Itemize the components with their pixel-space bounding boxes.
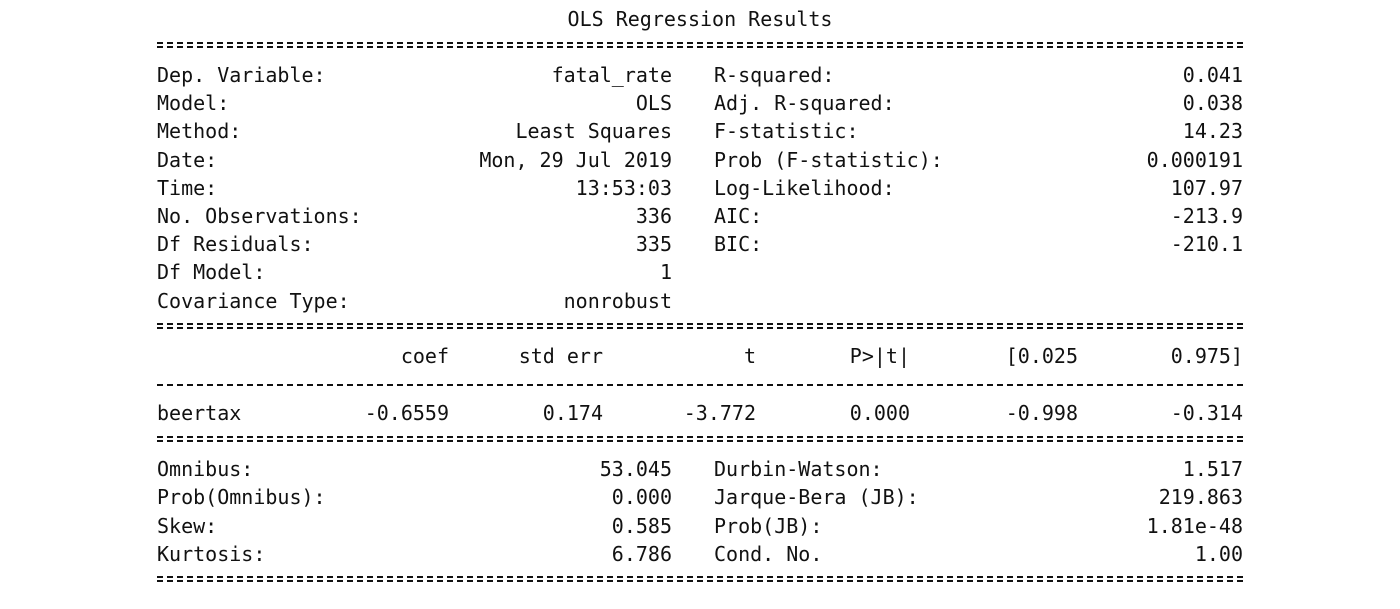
summary-label: Df Model: — [157, 260, 266, 285]
diagnostic-label: Kurtosis: — [157, 541, 266, 566]
diagnostic-label: Skew: — [157, 513, 218, 538]
summary-label: Method: — [157, 119, 242, 144]
summary-label: Time: — [157, 175, 218, 200]
summary-stat-label: R-squared: — [714, 63, 835, 87]
diagnostic-stat-label: Cond. No. — [714, 541, 823, 566]
rule-after-coef-table — [157, 436, 1243, 442]
diagnostic-stat-label: Jarque-Bera (JB): — [714, 485, 919, 510]
coef-column-header: 0.975] — [1170, 344, 1243, 368]
diagnostic-stat-label: Durbin-Watson: — [714, 457, 883, 481]
summary-stat-label: Log-Likelihood: — [714, 175, 895, 200]
diagnostic-value: 0.585 — [611, 513, 672, 538]
summary-value: nonrobust — [563, 288, 672, 313]
summary-stat-value: -210.1 — [1170, 232, 1243, 257]
summary-stat-label: F-statistic: — [714, 119, 859, 144]
summary-value: 335 — [635, 232, 672, 257]
summary-value: Mon, 29 Jul 2019 — [479, 147, 672, 172]
coef-cell: 0.174 — [542, 401, 603, 425]
summary-value: fatal_rate — [551, 63, 672, 87]
summary-value: 13:53:03 — [575, 175, 672, 200]
coef-column-header: std err — [518, 344, 603, 368]
summary-stat-value: 107.97 — [1170, 175, 1243, 200]
coef-column-header: coef — [400, 344, 449, 368]
summary-label: Model: — [157, 91, 230, 116]
summary-label: Date: — [157, 147, 218, 172]
diagnostic-stat-label: Prob(JB): — [714, 513, 823, 538]
diagnostic-value: 0.000 — [611, 485, 672, 510]
summary-stat-label: AIC: — [714, 204, 763, 228]
diagnostic-value: 53.045 — [599, 457, 672, 481]
rule-top — [157, 42, 1243, 48]
diagnostic-stat-value: 1.81e-48 — [1146, 513, 1243, 538]
summary-label: No. Observations: — [157, 204, 362, 228]
diagnostic-label: Prob(Omnibus): — [157, 485, 326, 510]
report-title: OLS Regression Results — [567, 7, 833, 31]
summary-value: Least Squares — [515, 119, 672, 144]
diagnostic-stat-value: 219.863 — [1158, 485, 1243, 510]
rule-after-summary — [157, 323, 1243, 329]
ols-results-report: OLS Regression Results Dep. Variable: fat… — [0, 0, 1400, 609]
coef-column-header: [0.025 — [1005, 344, 1078, 368]
diagnostic-value: 6.786 — [611, 541, 672, 566]
diagnostic-stat-value: 1.517 — [1182, 457, 1243, 481]
rule-bottom — [157, 576, 1243, 582]
coef-column-header: t — [743, 344, 756, 368]
summary-value: 336 — [635, 204, 672, 228]
summary-stat-label: BIC: — [714, 232, 763, 257]
summary-value: 1 — [659, 260, 672, 285]
coef-cell: -0.998 — [1005, 401, 1078, 425]
rule-after-coef-header — [157, 384, 1243, 386]
diagnostic-label: Omnibus: — [157, 457, 254, 481]
summary-stat-value: -213.9 — [1170, 204, 1243, 228]
summary-stat-value: 0.038 — [1182, 91, 1243, 116]
summary-value: OLS — [635, 91, 672, 116]
summary-stat-value: 14.23 — [1182, 119, 1243, 144]
summary-label: Covariance Type: — [157, 288, 350, 313]
summary-stat-label: Adj. R-squared: — [714, 91, 895, 116]
summary-label: Df Residuals: — [157, 232, 314, 257]
summary-stat-value: 0.000191 — [1146, 147, 1243, 172]
coef-row-name: beertax — [157, 401, 242, 425]
summary-label: Dep. Variable: — [157, 63, 326, 87]
summary-stat-value: 0.041 — [1182, 63, 1243, 87]
coef-cell: -0.6559 — [364, 401, 449, 425]
coef-cell: -3.772 — [683, 401, 756, 425]
coef-cell: -0.314 — [1170, 401, 1243, 425]
coef-cell: 0.000 — [849, 401, 910, 425]
summary-stat-label: Prob (F-statistic): — [714, 147, 943, 172]
diagnostic-stat-value: 1.00 — [1194, 541, 1243, 566]
coef-column-header: P>|t| — [849, 344, 910, 368]
